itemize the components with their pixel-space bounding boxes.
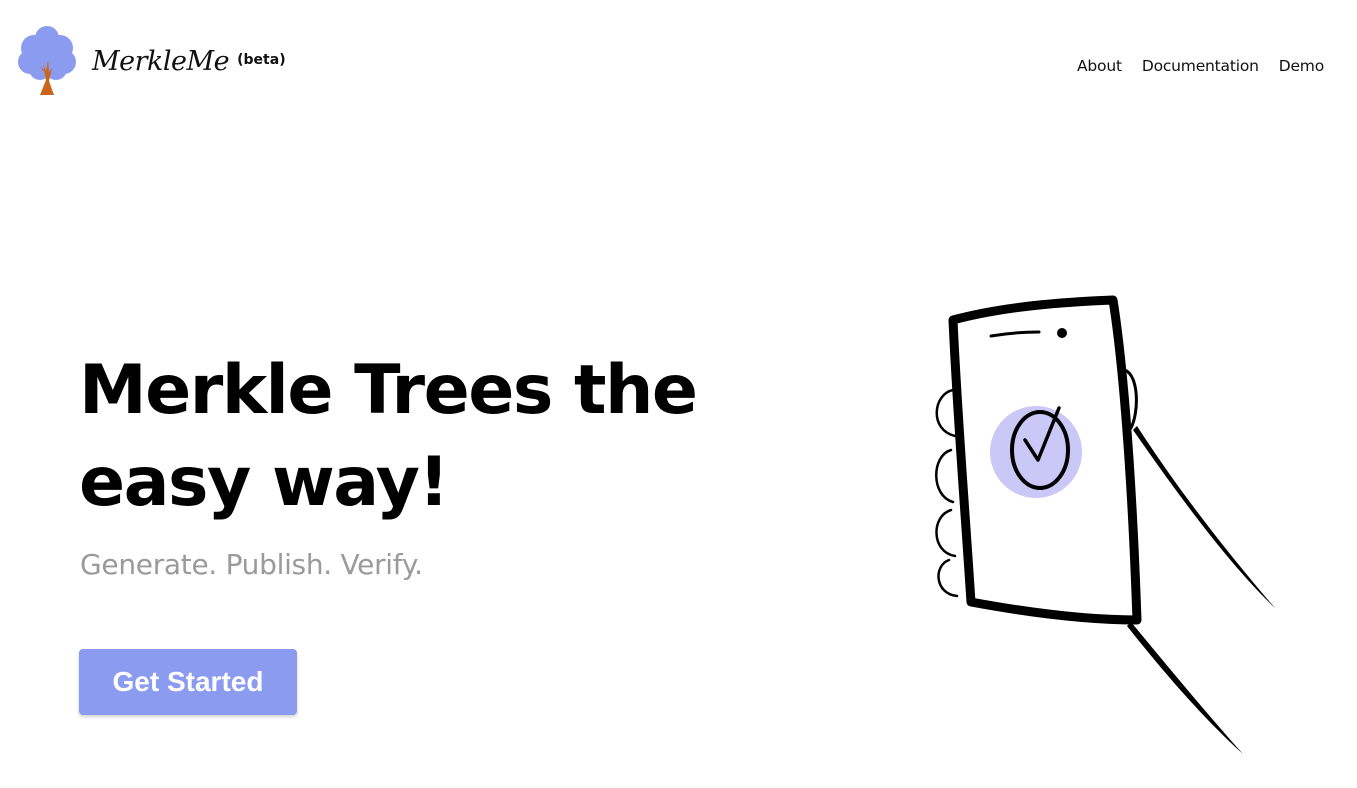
site-header: MerkleMe (beta) About Documentation Demo (0, 0, 1357, 110)
brand[interactable]: MerkleMe (beta) (92, 46, 286, 77)
hero-title: Merkle Trees the easy way! (79, 351, 698, 522)
get-started-button[interactable]: Get Started (79, 649, 297, 715)
nav-link-demo[interactable]: Demo (1279, 57, 1324, 75)
tree-icon (18, 26, 76, 95)
nav-link-documentation[interactable]: Documentation (1142, 57, 1259, 75)
arm-line-lower (1127, 622, 1243, 754)
brand-name[interactable]: MerkleMe (92, 46, 230, 77)
phone-checkmark-illustration (935, 295, 1275, 754)
beta-badge: (beta) (237, 52, 286, 68)
nav-link-about[interactable]: About (1077, 57, 1122, 75)
main-nav: About Documentation Demo (1077, 57, 1324, 75)
hero-subtitle: Generate. Publish. Verify. (80, 548, 423, 581)
logo[interactable] (18, 24, 76, 98)
phone-camera (1057, 328, 1067, 338)
arm-line-upper (1133, 426, 1275, 608)
finger-3 (935, 508, 957, 558)
finger-2 (935, 448, 955, 504)
finger-1 (935, 388, 957, 438)
finger-4 (937, 558, 959, 598)
